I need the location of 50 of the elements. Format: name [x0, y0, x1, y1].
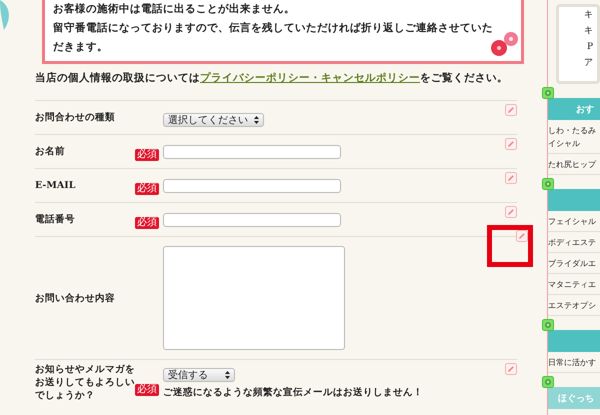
sidebar-link[interactable]: たれ尻ヒップ [548, 154, 600, 175]
pencil-icon[interactable] [505, 138, 517, 150]
gear-icon[interactable] [542, 319, 554, 331]
select-dropdown[interactable]: 受信する [163, 368, 235, 382]
pencil-icon[interactable] [505, 363, 517, 375]
policy-text: 当店の個人情報の取扱についてはプライバシーポリシー・キャンセルポリシーをご覧ください。 [35, 70, 509, 86]
note-text: ご迷惑になるような頻繁な宣伝メールはお送りしません！ [163, 386, 424, 399]
pencil-icon[interactable] [505, 172, 517, 184]
pencil-icon[interactable] [505, 104, 517, 116]
section-title: おす [576, 104, 594, 116]
card-text: キ [584, 25, 593, 38]
section-header [548, 189, 600, 211]
sidebar-link[interactable]: ブライダルエ [548, 253, 600, 274]
input-field[interactable] [163, 212, 341, 226]
policy-link[interactable]: プライバシーポリシー・キャンセルポリシー [200, 72, 420, 84]
section-title: ほぐっち [558, 392, 594, 404]
notice-text: 留守番電話になっておりますので、伝言を残していただければ折り返しご連絡させていただきます。 [53, 20, 494, 55]
gear-icon[interactable] [542, 376, 554, 388]
field-label: E-MAIL [35, 179, 76, 193]
sidebar-link[interactable]: フェイシャル [548, 211, 600, 232]
leaf-drawing [0, 0, 12, 32]
field-label: お問い合わせ内容 [35, 292, 116, 306]
select-dropdown[interactable]: 選択してください [163, 113, 264, 127]
field-label: お知らせやメルマガをお送りしてもよろしいでしょうか？ [35, 363, 135, 402]
required-badge: 必須 [135, 217, 159, 229]
sidebar-link[interactable]: ボディエステ [548, 232, 600, 253]
sidebar-link[interactable]: 日常に活かす [548, 352, 600, 373]
caret-icon [254, 116, 259, 124]
field-label: 電話番号 [35, 212, 76, 227]
field-label: お問合わせの種類 [35, 111, 116, 125]
gear-icon[interactable] [542, 178, 554, 190]
card-text: キ [584, 9, 593, 22]
section-header [548, 330, 600, 352]
card-text: ア [584, 57, 593, 70]
notice-text: お客様の施術中は電話に出ることが出来ません。 [53, 2, 296, 17]
field-label: お名前 [35, 145, 66, 159]
message-field[interactable] [163, 246, 345, 350]
sidebar-link[interactable]: マタニティエ [548, 274, 600, 295]
required-badge: 必須 [135, 149, 159, 161]
input-field[interactable] [163, 178, 341, 192]
pencil-icon[interactable] [505, 206, 517, 218]
required-badge: 必須 [135, 183, 159, 195]
caret-icon [225, 371, 230, 379]
gear-icon[interactable] [542, 87, 554, 99]
required-badge: 必須 [135, 384, 159, 396]
pencil-icon[interactable] [516, 230, 528, 242]
sidebar-link[interactable]: しわ・たるみ イシャル [548, 120, 600, 154]
input-field[interactable] [163, 144, 341, 158]
sidebar-link[interactable]: エステオプシ [548, 295, 600, 316]
card-text: P [586, 41, 593, 54]
